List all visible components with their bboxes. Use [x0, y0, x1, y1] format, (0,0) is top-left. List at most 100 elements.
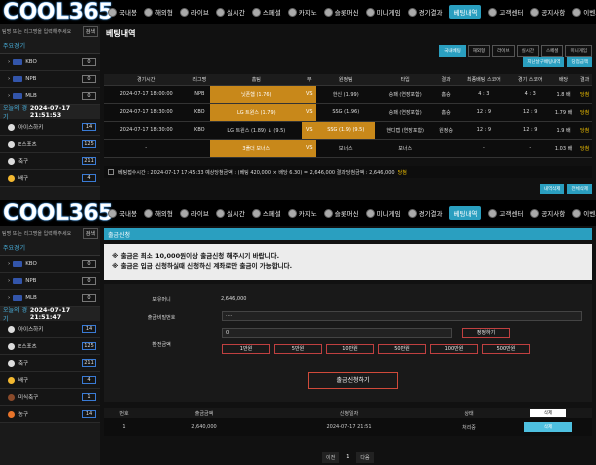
league-row[interactable]: › NPB 0: [0, 71, 100, 88]
nav-item[interactable]: 공지사항: [530, 206, 565, 220]
tab-live[interactable]: 라이브: [492, 45, 515, 57]
league-row[interactable]: › KBO 0: [0, 54, 100, 71]
sport-row[interactable]: 미식축구 1: [0, 389, 100, 406]
nav-item[interactable]: 스페셜: [251, 206, 281, 220]
pagination: 이전 1 다음: [322, 452, 374, 463]
tab-realtime[interactable]: 실시간: [516, 45, 540, 57]
search-input[interactable]: 팀명 또는 리그명을 입력해주세요: [2, 28, 71, 35]
tab-domestic[interactable]: 국내베팅: [439, 45, 466, 57]
nav-item[interactable]: 카지노: [287, 5, 317, 19]
nav-item[interactable]: 슬롯머신: [323, 206, 359, 220]
amount-1m-button[interactable]: 100만원: [430, 344, 478, 354]
tab-special[interactable]: 스페셜: [541, 45, 564, 57]
nav-item[interactable]: 슬롯머신: [323, 5, 359, 19]
amount-50k-button[interactable]: 5만원: [274, 344, 322, 354]
nav-icon: [365, 7, 375, 17]
logo[interactable]: COOL365: [0, 200, 114, 226]
volleyball-icon: [8, 376, 15, 384]
delete-all-button[interactable]: 전체삭제: [567, 184, 592, 194]
clock: 2024-07-17 21:51:53: [29, 105, 71, 119]
nav-icon: [530, 208, 540, 218]
chevron-icon: ›: [8, 295, 11, 301]
amount-100k-button[interactable]: 10만원: [326, 344, 374, 354]
amount-500k-button[interactable]: 50만원: [378, 344, 426, 354]
sport-row[interactable]: 축구 211: [0, 153, 100, 170]
nav-item[interactable]: 국내봉: [108, 5, 137, 19]
count-badge: 4: [82, 174, 96, 182]
sport-row[interactable]: 배구 4: [0, 372, 100, 389]
nav-icon: [215, 208, 225, 218]
nav-icon: [530, 7, 540, 17]
bet-tabs: 국내베팅 해외형 라이브 실시간 스페셜 미니게임: [439, 45, 592, 57]
password-field[interactable]: ····: [222, 311, 582, 321]
nav-item[interactable]: 고객센터: [488, 5, 523, 19]
sport-row[interactable]: 배구 4: [0, 170, 100, 187]
sport-row[interactable]: 농구 14: [0, 406, 100, 423]
amount-5m-button[interactable]: 500만원: [482, 344, 530, 354]
nav-item[interactable]: 이벤트: [572, 5, 596, 19]
delete-row-button[interactable]: 삭제: [523, 422, 573, 432]
nav-item[interactable]: 카지노: [287, 206, 317, 220]
nav-icon: [251, 7, 261, 17]
search-button[interactable]: 검색: [82, 25, 98, 37]
nav-item[interactable]: 국내봉: [108, 206, 137, 220]
select-checkbox[interactable]: [108, 169, 114, 175]
date-header: 오늘의 경기 2024-07-17 21:51:53: [0, 105, 100, 121]
delete-button[interactable]: 내역삭제: [539, 184, 565, 194]
nav-item[interactable]: 라이브: [179, 206, 209, 220]
nav-item[interactable]: 이벤트: [572, 206, 596, 220]
section-title: 주요경기: [0, 38, 100, 54]
prev-page-button[interactable]: 이전: [322, 452, 340, 463]
page-1-button[interactable]: 1: [342, 452, 354, 463]
logo[interactable]: COOL365: [0, 0, 114, 25]
nav-item[interactable]: 라이브: [179, 5, 209, 19]
nav-item[interactable]: 미니게임: [365, 206, 401, 220]
sport-row[interactable]: 아이스하키 14: [0, 321, 100, 338]
table-row: 2024-07-17 18:30:00 KBO LG 트윈스 (1.89) ↓ (9…: [104, 121, 592, 140]
tab-minigame[interactable]: 미니게임: [565, 45, 592, 57]
history-button[interactable]: 지난날구배팅내역: [523, 57, 565, 67]
sport-row[interactable]: E스포츠 125: [0, 136, 100, 153]
balance-value: 2,646,000: [221, 296, 247, 302]
nav-item-active[interactable]: 베팅내역: [449, 5, 482, 19]
nav-item[interactable]: 공지사항: [530, 5, 565, 19]
tab-overseas[interactable]: 해외형: [467, 45, 491, 57]
nav-icon: [323, 208, 333, 218]
search-input[interactable]: 팀명 또는 리그명을 입력해주세요: [2, 230, 71, 237]
nav-icon: [488, 208, 498, 218]
table-row: 2024-07-17 18:00:00 NPB 닛폰햄 (1.76) VS 한신 (1.…: [104, 85, 592, 104]
sidebar: 팀명 또는 리그명을 입력해주세요 검색 주요경기 › KBO 0 › NPB 0 › M…: [0, 226, 100, 465]
nav-item[interactable]: 스페셜: [251, 5, 281, 19]
sport-row[interactable]: 축구 211: [0, 355, 100, 372]
reset-button[interactable]: 정정하기: [462, 328, 510, 338]
nav-item-active[interactable]: 베팅내역: [449, 206, 482, 220]
nav-item[interactable]: 해외형: [143, 206, 173, 220]
league-row[interactable]: › NPB 0: [0, 273, 100, 290]
nav-item[interactable]: 실시간: [215, 5, 245, 19]
nav-item[interactable]: 해외형: [143, 5, 173, 19]
submit-withdraw-button[interactable]: 출금신청하기: [308, 372, 398, 389]
winning-button[interactable]: 당첨금액: [567, 57, 592, 67]
count-badge: 211: [82, 359, 96, 367]
nav-item[interactable]: 실시간: [215, 206, 245, 220]
nav-item[interactable]: 경기결과: [407, 5, 442, 19]
football-icon: [8, 393, 15, 401]
amount-10k-button[interactable]: 1만원: [222, 344, 270, 354]
bet-summary: 베팅접수시간 : 2024-07-17 17:45:33 예상당첨금액 : (베…: [104, 166, 592, 178]
amount-field[interactable]: 0: [222, 328, 452, 338]
nav-item[interactable]: 미니게임: [365, 5, 401, 19]
next-page-button[interactable]: 다음: [356, 452, 374, 463]
league-row[interactable]: › KBO 0: [0, 256, 100, 273]
delete-header-button[interactable]: 삭제: [529, 409, 567, 417]
nav-item[interactable]: 고객센터: [488, 206, 523, 220]
count-badge: 14: [82, 325, 96, 333]
nav-icon: [323, 7, 333, 17]
sport-row[interactable]: 아이스하키 14: [0, 119, 100, 136]
nav-icon: [108, 208, 117, 218]
sport-row[interactable]: E스포츠 125: [0, 338, 100, 355]
search-button[interactable]: 검색: [82, 227, 98, 239]
count-badge: 4: [82, 376, 96, 384]
nav-item[interactable]: 경기결과: [407, 206, 442, 220]
top-bar: COOL365 국내봉 해외형 라이브 실시간 스페셜 카지노 슬롯머신 미니게…: [0, 200, 596, 226]
hockey-icon: [8, 123, 15, 131]
